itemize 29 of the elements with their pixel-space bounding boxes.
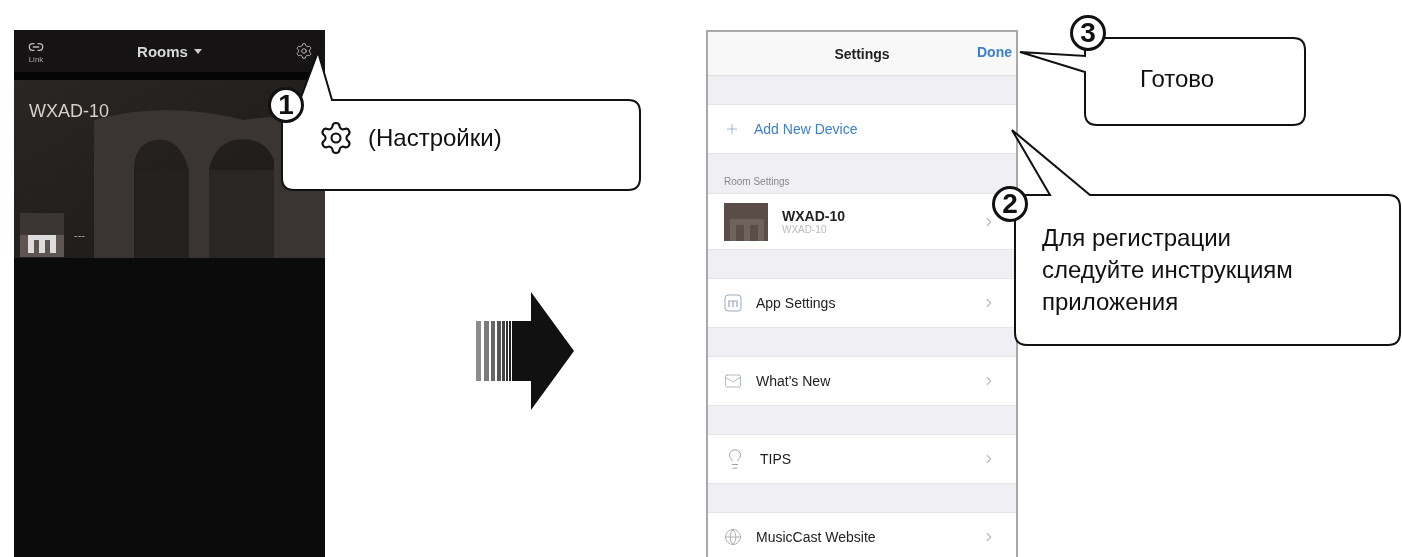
- settings-row[interactable]: App Settings: [708, 278, 1016, 328]
- callout-text: (Настройки): [368, 123, 502, 153]
- row-subtitle: WXAD-10: [782, 224, 828, 235]
- settings-icon[interactable]: [295, 42, 313, 60]
- settings-row[interactable]: TIPS: [708, 434, 1016, 484]
- done-button[interactable]: Done: [977, 44, 1012, 60]
- row-title: MusicCast Website: [756, 529, 877, 545]
- row-title: Add New Device: [754, 121, 859, 137]
- callout-text: Для регистрации следуйте инструкциям приложения: [1042, 223, 1293, 317]
- settings-row[interactable]: Add New Device: [708, 104, 1016, 154]
- app-logo-icon: [724, 294, 742, 312]
- settings-row[interactable]: What's New: [708, 356, 1016, 406]
- row-title: TIPS: [760, 451, 793, 467]
- row-title: What's New: [756, 373, 832, 389]
- plus-icon: [724, 121, 740, 137]
- screen-title: Settings: [834, 45, 890, 62]
- settings-icon: [318, 120, 354, 156]
- step-number: 3: [1070, 15, 1106, 51]
- row-title: WXAD-10: [782, 208, 846, 224]
- rooms-dropdown[interactable]: Rooms: [137, 42, 202, 60]
- settings-row[interactable]: MusicCast Website: [708, 512, 1016, 557]
- envelope-icon: [724, 372, 742, 390]
- section-label: Room Settings: [723, 175, 791, 189]
- row-title: App Settings: [756, 295, 837, 311]
- link-button[interactable]: Link: [28, 38, 44, 64]
- caret-icon: [193, 48, 202, 54]
- link-label: Link: [28, 54, 44, 64]
- globe-icon: [724, 528, 742, 546]
- callout-text: Готово: [1140, 64, 1215, 94]
